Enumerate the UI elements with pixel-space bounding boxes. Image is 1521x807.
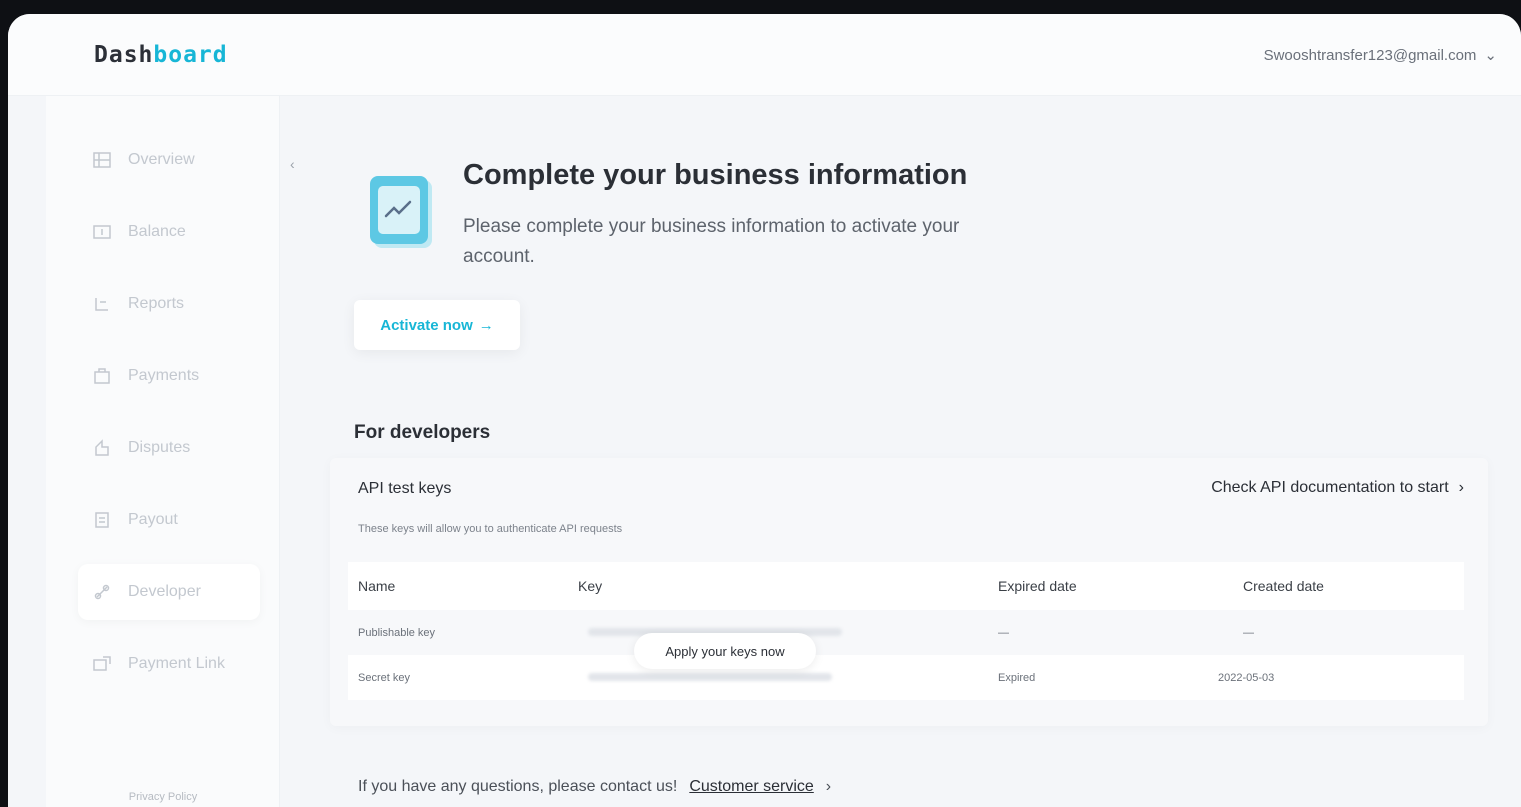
api-documentation-link[interactable]: Check API documentation to start ›	[1211, 479, 1464, 497]
column-header-expired-date: Expired date	[998, 578, 1077, 594]
sidebar-item-balance[interactable]: Balance	[78, 204, 260, 260]
column-header-key: Key	[578, 578, 603, 594]
table-row: Publishable key — —	[348, 610, 1464, 655]
key-name: Publishable key	[358, 626, 436, 639]
sidebar-item-label: Overview	[128, 151, 195, 168]
sidebar-item-label: Balance	[128, 223, 186, 240]
apply-keys-button[interactable]: Apply your keys now	[634, 633, 816, 669]
grid-icon	[92, 150, 112, 170]
arrow-right-icon: →	[478, 316, 494, 334]
sidebar-item-payout[interactable]: Payout	[78, 492, 260, 548]
account-menu[interactable]: Swooshtransfer123@gmail.com ⌄	[1263, 46, 1497, 65]
sidebar-item-disputes[interactable]: Disputes	[78, 420, 260, 476]
column-header-created-date: Created date	[1243, 578, 1324, 594]
api-keys-card: API test keys Check API documentation to…	[330, 458, 1488, 726]
link-icon	[92, 654, 112, 674]
payout-icon	[92, 510, 112, 530]
activate-now-button[interactable]: Activate now →	[354, 300, 520, 350]
activate-now-label: Activate now	[380, 316, 473, 334]
key-expired-date: Expired	[998, 671, 1036, 684]
dispute-icon	[92, 438, 112, 458]
key-name: Secret key	[358, 671, 410, 684]
customer-service-link[interactable]: Customer service	[689, 778, 813, 796]
sidebar-item-label: Payout	[128, 511, 178, 528]
page-subtitle: Please complete your business informatio…	[463, 216, 960, 267]
sidebar-item-label: Payments	[128, 367, 200, 384]
app-window: Dashboard Swooshtransfer123@gmail.com ⌄ …	[8, 14, 1521, 807]
key-created-date: —	[1243, 626, 1254, 639]
key-created-date: 2022-05-03	[1218, 671, 1275, 684]
chevron-right-icon: ›	[1458, 479, 1464, 496]
key-expired-date: —	[998, 626, 1009, 639]
api-keys-table: Name Key Expired date Created date Publi…	[348, 562, 1464, 700]
footer-text: If you have any questions, please contac…	[358, 778, 678, 795]
collapse-icon[interactable]: ‹	[290, 156, 302, 172]
developer-icon	[92, 582, 112, 602]
logo: Dashboard	[94, 42, 228, 68]
sidebar-item-label: Payment Link	[128, 655, 225, 672]
developers-section-title: For developers	[354, 422, 491, 443]
privacy-policy-link[interactable]: Privacy Policy	[46, 791, 280, 803]
logo-part-board: board	[153, 42, 228, 68]
sidebar-item-label: Reports	[128, 295, 185, 312]
sidebar-item-payment-link[interactable]: Payment Link	[78, 636, 260, 692]
sidebar-item-overview[interactable]: Overview	[78, 132, 260, 188]
logo-part-dash: Dash	[94, 42, 154, 68]
footer: If you have any questions, please contac…	[358, 778, 831, 796]
chevron-down-icon: ⌄	[1484, 47, 1497, 64]
account-email: Swooshtransfer123@gmail.com	[1263, 46, 1477, 64]
wallet-icon	[92, 222, 112, 242]
report-icon	[92, 294, 112, 314]
api-documentation-label: Check API documentation to start	[1211, 479, 1449, 496]
column-header-name: Name	[358, 578, 396, 594]
sidebar: ‹ Overview Balance Reports Payments Disp…	[46, 96, 295, 807]
chevron-right-icon: ›	[825, 778, 832, 795]
api-keys-title: API test keys	[358, 480, 452, 497]
table-header-row: Name Key Expired date Created date	[348, 562, 1464, 610]
sidebar-item-payments[interactable]: Payments	[78, 348, 260, 404]
document-illustration-icon	[366, 174, 436, 254]
sidebar-item-label: Developer	[128, 583, 201, 600]
sidebar-item-label: Disputes	[128, 439, 191, 456]
sidebar-item-developer[interactable]: Developer	[78, 564, 260, 620]
top-bar: Dashboard Swooshtransfer123@gmail.com ⌄	[8, 14, 1521, 96]
page-title: Complete your business information	[463, 159, 968, 191]
sidebar-item-reports[interactable]: Reports	[78, 276, 260, 332]
payment-icon	[92, 366, 112, 386]
key-value-hidden	[588, 673, 832, 681]
table-row: Secret key Expired 2022-05-03	[348, 655, 1464, 700]
api-keys-description: These keys will allow you to authenticat…	[358, 523, 623, 535]
